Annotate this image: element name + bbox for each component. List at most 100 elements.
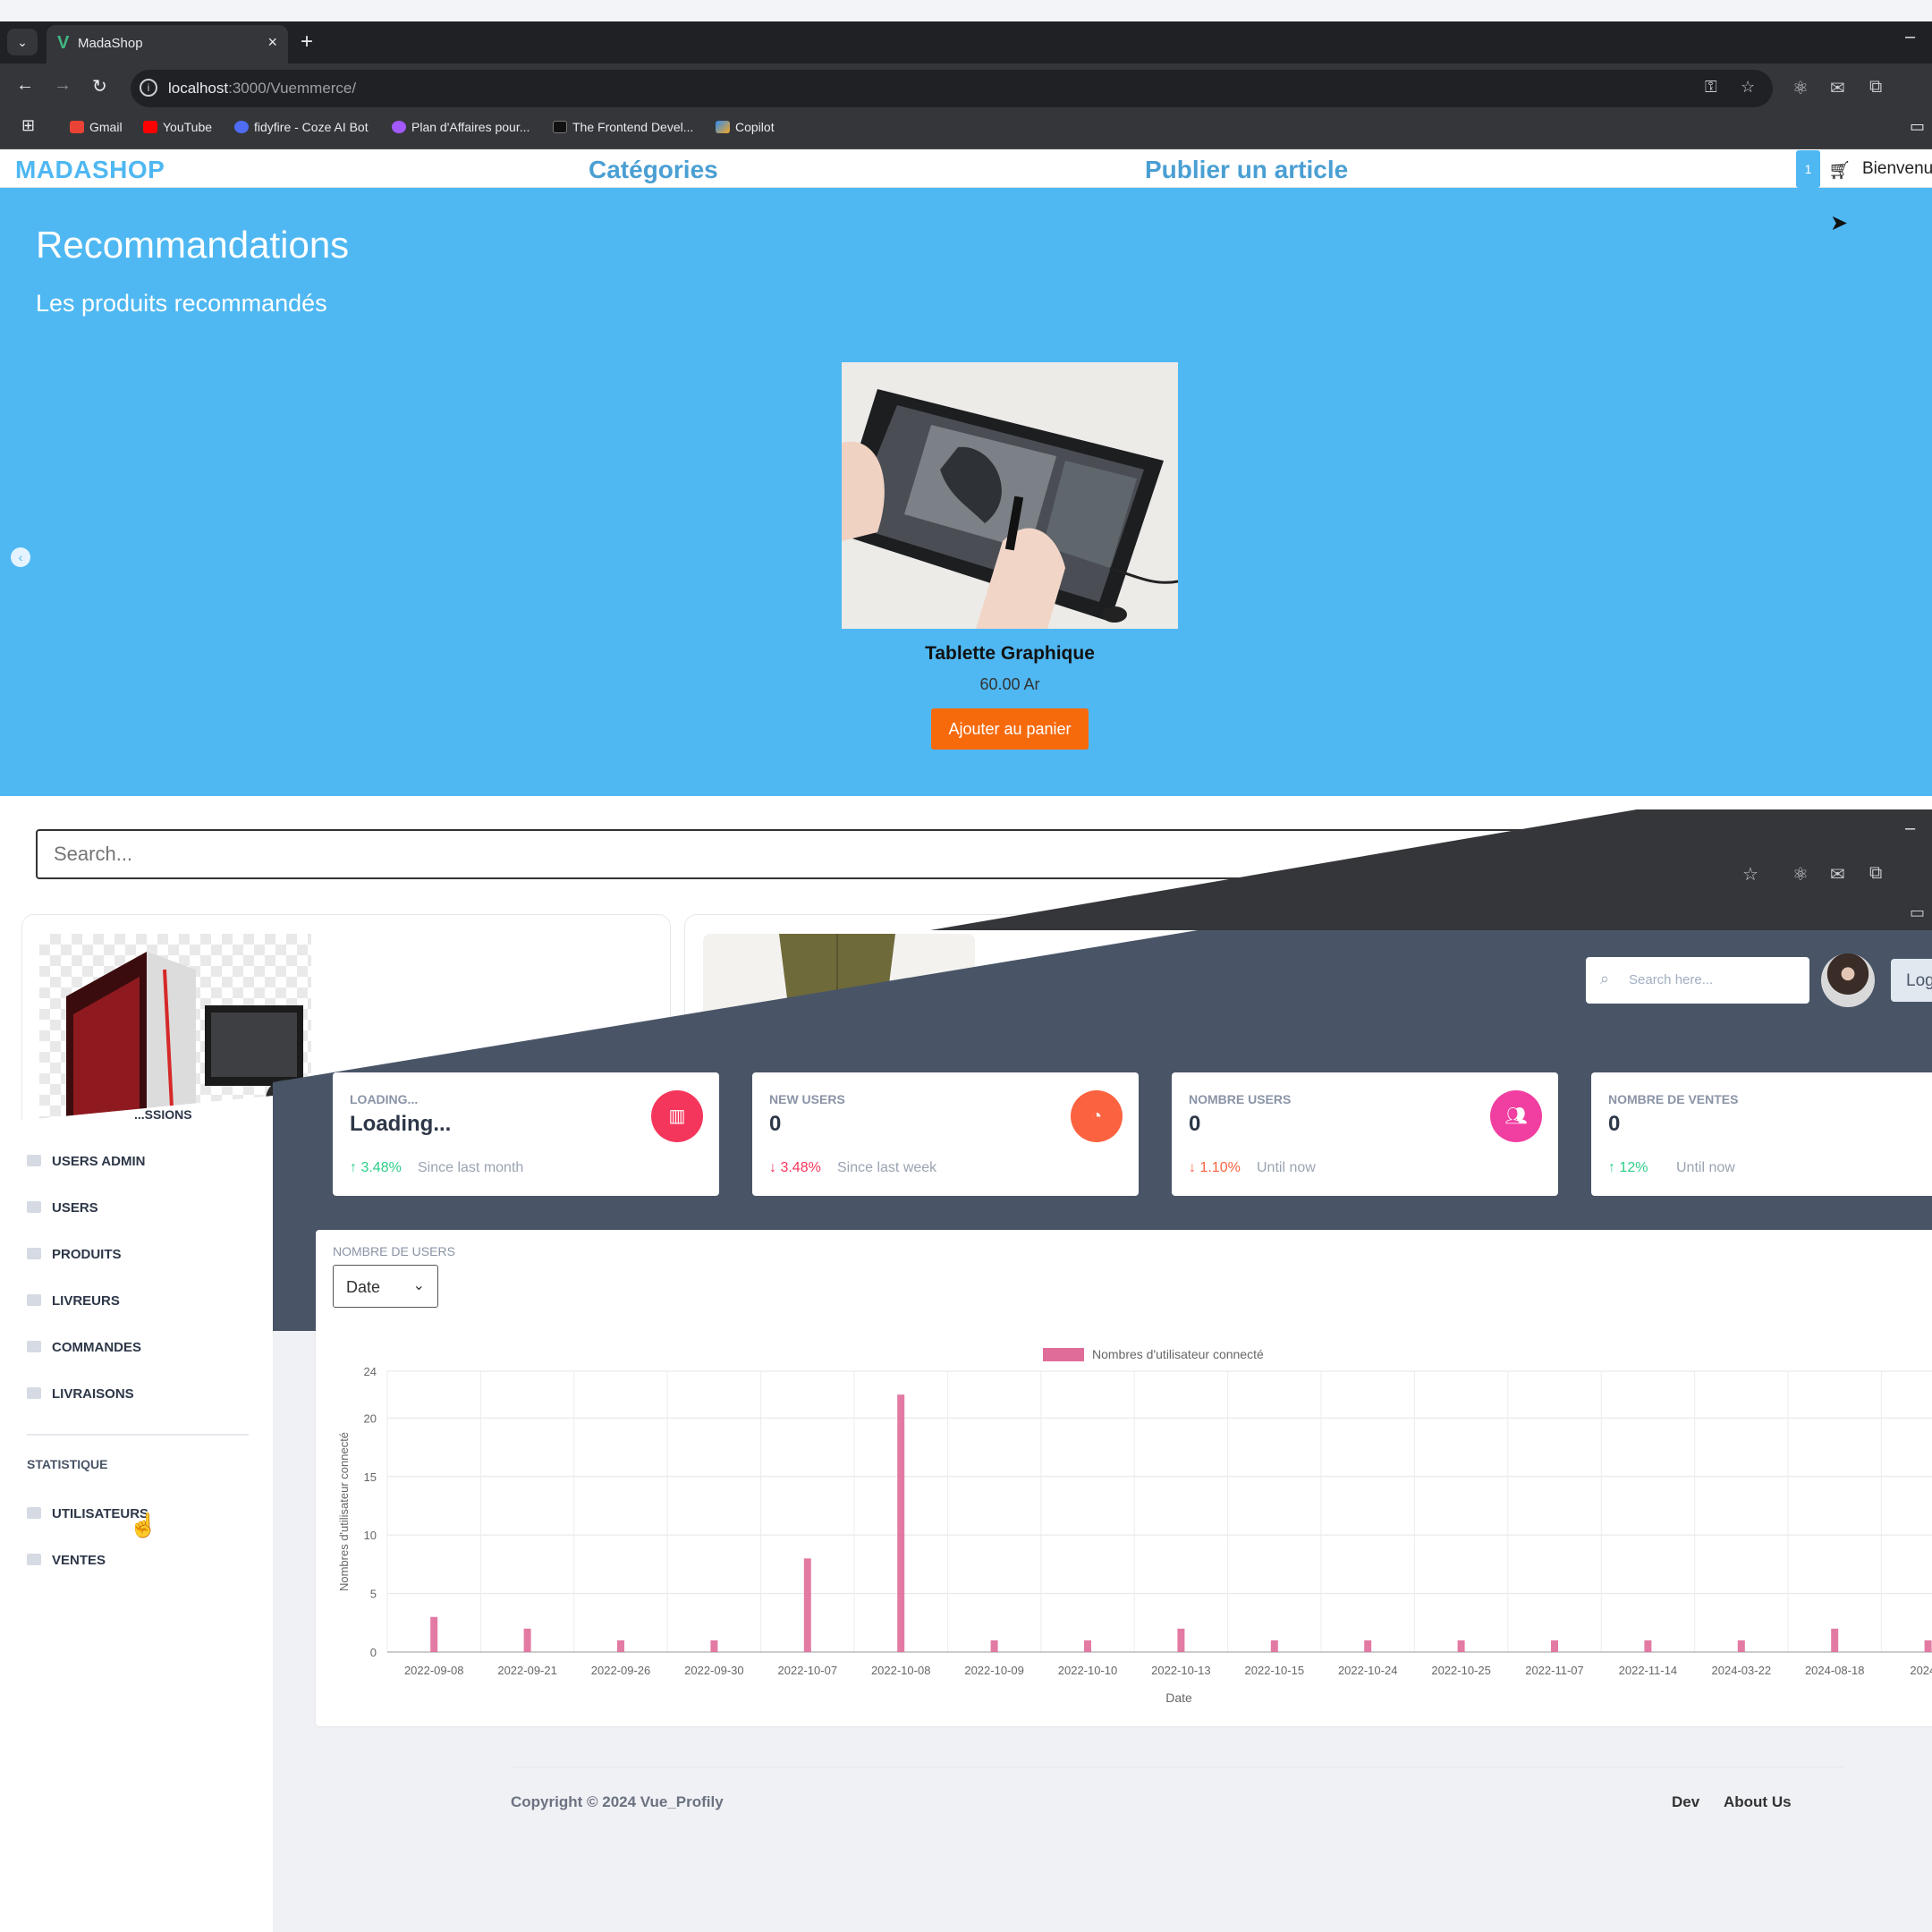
bookmark-coze[interactable]: fidyfire - Coze AI Bot (234, 120, 369, 134)
x-tick-label: 2024-0 (1910, 1664, 1932, 1677)
mail-extension-icon[interactable]: ✉ (1830, 863, 1845, 886)
x-tick-label: 2022-10-25 (1431, 1664, 1491, 1677)
frontend-dev-icon (553, 121, 567, 133)
y-axis-title: Nombres d'utilisateur connecté (337, 1432, 351, 1591)
stat-label: NOMBRE USERS (1189, 1092, 1292, 1106)
y-tick-label: 20 (364, 1411, 377, 1425)
chart-bar (1364, 1640, 1372, 1652)
sidebar-section-statistique: STATISTIQUE (27, 1457, 108, 1471)
youtube-icon (143, 121, 157, 133)
chart-bar (1457, 1640, 1465, 1652)
chart-bar (1177, 1628, 1185, 1652)
address-bar[interactable]: i localhost:3000/Vuemmerce/ ⚿ ☆ (131, 70, 1773, 107)
coze-icon (234, 121, 249, 133)
stat-change: ↑ 3.48% (350, 1160, 402, 1175)
sidebar-item-livraisons[interactable]: LIVRAISONS (27, 1386, 134, 1402)
url-path: :3000/Vuemmerce/ (228, 80, 357, 97)
bookmark-frontend-dev[interactable]: The Frontend Devel... (553, 120, 693, 134)
bookmarks-folder-icon[interactable]: ▭ (1910, 903, 1925, 922)
tab-search-dropdown-icon[interactable]: ⌄ (7, 29, 38, 55)
chart-bar (617, 1640, 624, 1652)
footer-dev-link[interactable]: Dev (1672, 1793, 1699, 1811)
y-tick-label: 10 (364, 1529, 377, 1542)
sidebar-item-produits[interactable]: PRODUITS (27, 1247, 122, 1262)
stat-card-nombre-users: NOMBRE USERS 0 ↓ 1.10% Until now 👥︎ (1172, 1072, 1558, 1196)
new-tab-button[interactable]: + (301, 30, 313, 55)
sidebar-item-partial[interactable]: ...SSIONS (134, 1107, 192, 1122)
back-arrow-icon[interactable]: ← (16, 75, 34, 96)
product-image-graphic-tablet[interactable] (842, 362, 1178, 629)
bookmark-gmail[interactable]: Gmail (70, 120, 123, 134)
footer-about-link[interactable]: About Us (1724, 1793, 1792, 1811)
chart-bar (897, 1394, 905, 1652)
chart-card-title: NOMBRE DE USERS (333, 1244, 455, 1258)
chart-bar (430, 1616, 438, 1652)
tab-close-icon[interactable]: × (267, 33, 277, 52)
add-to-cart-button[interactable]: Ajouter au panier (931, 708, 1089, 750)
avatar[interactable] (1821, 953, 1875, 1007)
cart-icon[interactable]: 🛒︎ (1828, 159, 1851, 182)
extensions-puzzle-icon[interactable]: ⧉ (1869, 77, 1882, 97)
users-icon: 👥︎ (1490, 1090, 1542, 1142)
minimize-window-icon[interactable]: – (1905, 818, 1915, 839)
chart-bar (1084, 1640, 1091, 1652)
x-tick-label: 2022-11-07 (1525, 1664, 1584, 1677)
legend-swatch (1043, 1348, 1084, 1361)
mail-extension-icon[interactable]: ✉ (1830, 77, 1845, 99)
react-devtools-extension-icon[interactable]: ⚛ (1792, 863, 1809, 886)
site-logo[interactable]: MADASHOP (15, 156, 165, 184)
browser-tab-madashop[interactable]: V MadaShop × (47, 25, 288, 64)
sidebar-item-ventes[interactable]: VENTES (27, 1553, 106, 1568)
chart-date-select[interactable]: Date ⌄ (333, 1265, 438, 1308)
calendar-icon (27, 1341, 41, 1352)
copilot-icon (716, 121, 730, 133)
chevron-down-icon: ⌄ (412, 1278, 425, 1293)
bookmark-plan-affaires[interactable]: Plan d'Affaires pour... (392, 120, 530, 134)
sidebar-item-users[interactable]: USERS (27, 1200, 98, 1216)
login-button[interactable]: Log (1891, 959, 1932, 1002)
nav-categories-link[interactable]: Catégories (589, 156, 718, 184)
stat-change: ↓ 3.48% (769, 1160, 821, 1175)
react-devtools-extension-icon[interactable]: ⚛ (1792, 77, 1809, 99)
extensions-puzzle-icon[interactable]: ⧉ (1869, 863, 1882, 884)
stat-period: Since last week (837, 1160, 937, 1175)
cart-count-badge[interactable]: 1 (1796, 150, 1820, 188)
carousel-prev-icon[interactable]: ‹ (11, 547, 30, 567)
mouse-cursor-icon: ➤ (1830, 211, 1849, 235)
forward-arrow-icon[interactable]: → (54, 75, 72, 96)
reload-icon[interactable]: ↻ (92, 75, 107, 97)
apps-grid-icon[interactable]: ⊞ (21, 116, 35, 135)
x-tick-label: 2022-10-13 (1151, 1664, 1211, 1677)
y-tick-label: 15 (364, 1470, 377, 1484)
chart-icon (27, 1507, 41, 1519)
chart-bar (803, 1558, 811, 1652)
browser-tab-bar (0, 21, 1932, 64)
bookmark-youtube[interactable]: YouTube (143, 120, 212, 134)
stat-label: NOMBRE DE VENTES (1608, 1092, 1739, 1106)
password-key-icon[interactable]: ⚿ (1705, 78, 1717, 97)
bookmark-copilot[interactable]: Copilot (716, 120, 775, 134)
dashboard-search-input[interactable]: ⌕ Search here... (1586, 957, 1809, 1004)
x-tick-label: 2024-08-18 (1805, 1664, 1865, 1677)
site-info-icon[interactable]: i (140, 79, 157, 97)
chart-bar (1831, 1628, 1839, 1652)
x-tick-label: 2022-10-09 (964, 1664, 1024, 1677)
bookmark-star-icon[interactable]: ☆ (1741, 78, 1755, 97)
sidebar-divider (27, 1434, 249, 1436)
sidebar-item-commandes[interactable]: COMMANDES (27, 1340, 141, 1355)
minimize-window-icon[interactable]: – (1905, 27, 1915, 47)
bar-chart-icon: ▥ (651, 1090, 703, 1142)
legend-label: Nombres d'utilisateur connecté (1092, 1347, 1264, 1361)
product-name[interactable]: Tablette Graphique (842, 643, 1178, 665)
stat-card-new-users: NEW USERS 0 ↓ 3.48% Since last week ◔ (752, 1072, 1139, 1196)
chart-bar (1270, 1640, 1278, 1652)
x-tick-label: 2022-10-15 (1245, 1664, 1305, 1677)
bookmarks-folder-icon[interactable]: ▭ (1910, 117, 1925, 136)
nav-publish-link[interactable]: Publier un article (1145, 156, 1348, 184)
sidebar-item-users-admin[interactable]: USERS ADMIN (27, 1154, 145, 1169)
x-axis-title: Date (1165, 1690, 1192, 1705)
sidebar-item-livreurs[interactable]: LIVREURS (27, 1293, 120, 1309)
bookmark-star-icon[interactable]: ☆ (1742, 863, 1758, 886)
x-tick-label: 2022-10-10 (1058, 1664, 1118, 1677)
hero-subtitle: Les produits recommandés (36, 290, 327, 317)
